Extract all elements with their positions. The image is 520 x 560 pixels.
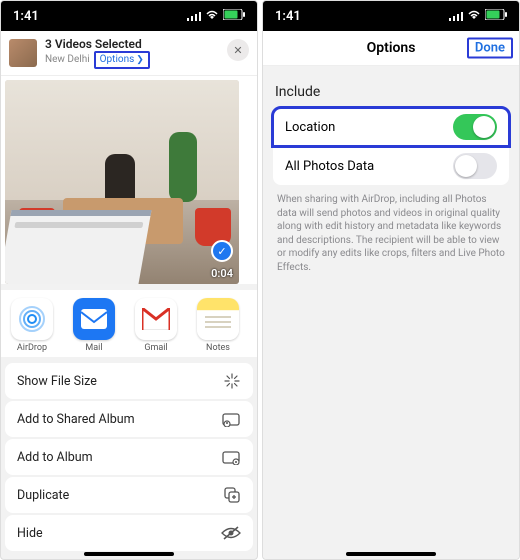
video-thumbnail[interactable]: ✓ 0:04 (5, 80, 239, 284)
app-label: Notes (206, 343, 230, 353)
gmail-icon (135, 298, 177, 340)
share-sheet-screen: 1:41 3 Videos Selected New Delhi (0, 0, 258, 560)
status-bar: 1:41 (263, 1, 519, 31)
close-icon: ✕ (233, 44, 242, 57)
options-title: Options (367, 40, 416, 56)
section-include-title: Include (275, 84, 507, 100)
status-indicators (449, 9, 507, 24)
chevron-right-icon: ❯ (136, 55, 144, 66)
option-all-photos-row[interactable]: All Photos Data (273, 146, 509, 185)
media-preview: ✓ 0:04 (1, 76, 257, 284)
action-show-file-size[interactable]: Show File Size (5, 363, 253, 399)
wifi-icon (205, 9, 219, 24)
home-indicator[interactable] (84, 552, 174, 556)
selection-location: New Delhi (45, 54, 90, 66)
shared-album-icon (221, 411, 241, 427)
options-header: Options Done (263, 31, 519, 66)
location-toggle[interactable] (453, 114, 497, 140)
share-mail[interactable]: Mail (65, 298, 123, 353)
status-bar: 1:41 (1, 1, 257, 31)
selection-thumbnail (9, 39, 37, 67)
option-location-row[interactable]: Location (273, 108, 509, 146)
selection-title: 3 Videos Selected (45, 37, 150, 51)
option-all-photos-label: All Photos Data (285, 159, 374, 174)
duplicate-icon (223, 486, 241, 504)
action-duplicate[interactable]: Duplicate (5, 477, 253, 513)
sparkle-icon (223, 372, 241, 390)
options-screen: 1:41 Options Done Include Location (262, 0, 520, 560)
status-time: 1:41 (275, 9, 301, 24)
action-hide[interactable]: Hide (5, 515, 253, 551)
share-more[interactable] (251, 298, 257, 353)
app-label: AirDrop (17, 343, 47, 353)
wifi-icon (467, 9, 481, 24)
mail-icon (73, 298, 115, 340)
hide-eye-icon (221, 526, 241, 540)
app-label: Mail (85, 343, 102, 353)
battery-icon (223, 9, 245, 24)
signal-icon (449, 11, 463, 21)
video-duration: 0:04 (211, 267, 233, 280)
status-time: 1:41 (13, 9, 39, 24)
share-notes[interactable]: Notes (189, 298, 247, 353)
battery-icon (485, 9, 507, 24)
share-airdrop[interactable]: AirDrop (3, 298, 61, 353)
done-button[interactable]: Done (467, 38, 513, 59)
action-add-shared-album[interactable]: Add to Shared Album (5, 401, 253, 437)
share-actions-list: Show File Size Add to Shared Album Add t… (1, 363, 257, 551)
options-link[interactable]: Options ❯ (94, 51, 150, 69)
share-sheet-header: 3 Videos Selected New Delhi Options ❯ ✕ (1, 31, 257, 76)
option-location-label: Location (285, 120, 335, 135)
share-targets-row: AirDrop Mail Gmail Notes (1, 290, 257, 357)
app-label: Gmail (144, 343, 167, 353)
album-icon (221, 449, 241, 465)
airdrop-icon (11, 298, 53, 340)
options-body: Include Location All Photos Data When sh… (263, 66, 519, 559)
status-indicators (187, 9, 245, 24)
close-button[interactable]: ✕ (227, 39, 249, 61)
all-photos-toggle[interactable] (453, 153, 497, 179)
action-add-album[interactable]: Add to Album (5, 439, 253, 475)
all-photos-hint: When sharing with AirDrop, including all… (273, 185, 509, 274)
notes-icon (197, 298, 239, 340)
share-gmail[interactable]: Gmail (127, 298, 185, 353)
home-indicator[interactable] (346, 552, 436, 556)
signal-icon (187, 11, 201, 21)
